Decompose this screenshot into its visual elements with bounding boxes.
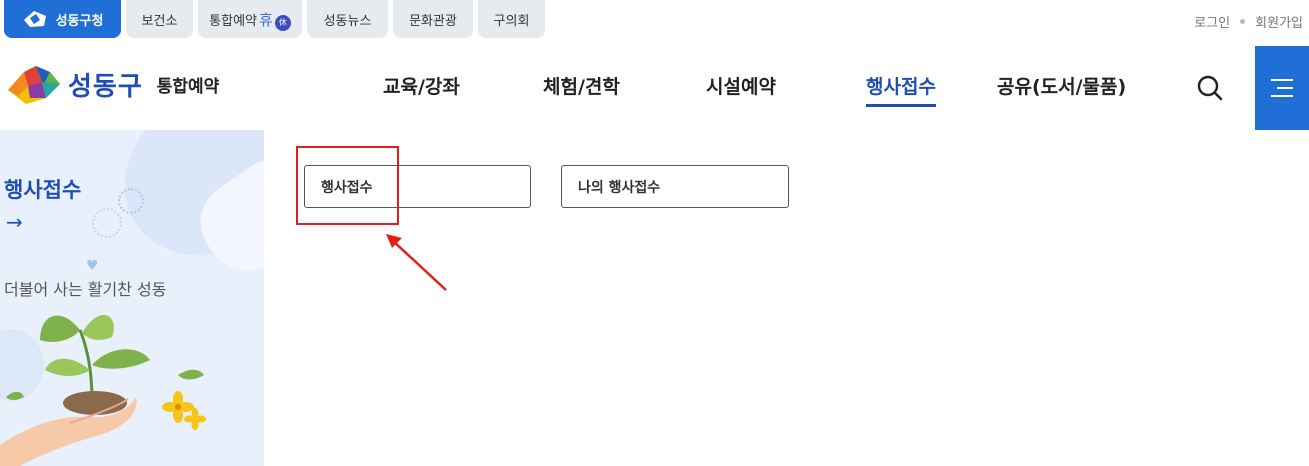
hyu-mark-icon: 휴 bbox=[259, 10, 273, 29]
heart-icon: ♥ bbox=[86, 258, 99, 274]
site-tab-integrated-reservation[interactable]: 통합예약 휴 休 bbox=[198, 0, 302, 38]
site-tab-label: 문화관광 bbox=[409, 13, 457, 29]
site-tab-label: 보건소 bbox=[141, 13, 178, 29]
menu-button[interactable] bbox=[1255, 46, 1309, 130]
side-slogan: 더불어 사는 활기찬 성동 bbox=[4, 280, 167, 299]
nav-experience[interactable]: 체험/견학 bbox=[543, 72, 620, 99]
tab-label: 나의 행사접수 bbox=[578, 179, 661, 196]
separator-dot bbox=[1240, 19, 1246, 24]
seongdong-logo-icon bbox=[23, 11, 46, 27]
hamburger-bar bbox=[1277, 87, 1293, 89]
plant-in-hands-illustration bbox=[0, 315, 207, 466]
site-tab-culture-tourism[interactable]: 문화관광 bbox=[393, 0, 473, 38]
site-tab-health-center[interactable]: 보건소 bbox=[126, 0, 193, 38]
highlight-box bbox=[296, 146, 399, 225]
site-tab-label: 통합예약 bbox=[209, 13, 258, 29]
tab-my-event-application[interactable]: 나의 행사접수 bbox=[561, 165, 789, 208]
nav-education[interactable]: 교육/강좌 bbox=[383, 72, 460, 99]
site-header: 성동구 통합예약 교육/강좌 체험/견학 시설예약 행사접수 공유(도서/물품) bbox=[0, 40, 1309, 130]
pointer-arrow-icon bbox=[386, 234, 447, 291]
site-tab-label: 성동뉴스 bbox=[323, 13, 372, 29]
top-utility-bar: 성동구청 보건소 통합예약 휴 休 성동뉴스 문화관광 구의회 로그인 회원가입 bbox=[0, 0, 1309, 40]
site-tab-label: 구의회 bbox=[493, 13, 530, 29]
arrow-right-icon[interactable]: → bbox=[6, 210, 23, 234]
account-links: 로그인 회원가입 bbox=[1194, 12, 1303, 31]
search-icon[interactable] bbox=[1196, 74, 1224, 102]
login-link[interactable]: 로그인 bbox=[1194, 12, 1230, 31]
join-link[interactable]: 회원가입 bbox=[1255, 12, 1303, 31]
site-tab-label: 성동구청 bbox=[55, 13, 104, 29]
dotted-circle-decor bbox=[92, 208, 122, 238]
nav-sharing[interactable]: 공유(도서/물품) bbox=[997, 72, 1126, 99]
nav-event[interactable]: 행사접수 bbox=[866, 72, 936, 107]
site-tab-news[interactable]: 성동뉴스 bbox=[307, 0, 388, 38]
dotted-circle-decor bbox=[118, 188, 144, 214]
hyu-badge-icon: 休 bbox=[274, 15, 291, 31]
side-title: 행사접수 bbox=[4, 178, 82, 202]
hamburger-bar bbox=[1271, 79, 1293, 81]
site-tab-seongdong-gu[interactable]: 성동구청 bbox=[4, 0, 121, 38]
nav-facility[interactable]: 시설예약 bbox=[706, 72, 776, 99]
main-navigation: 교육/강좌 체험/견학 시설예약 행사접수 공유(도서/물품) bbox=[0, 72, 1309, 112]
side-panel: 행사접수 → ♥ 더불어 사는 활기찬 성동 bbox=[0, 130, 264, 466]
site-tab-council[interactable]: 구의회 bbox=[478, 0, 545, 38]
hamburger-bar bbox=[1271, 95, 1293, 97]
